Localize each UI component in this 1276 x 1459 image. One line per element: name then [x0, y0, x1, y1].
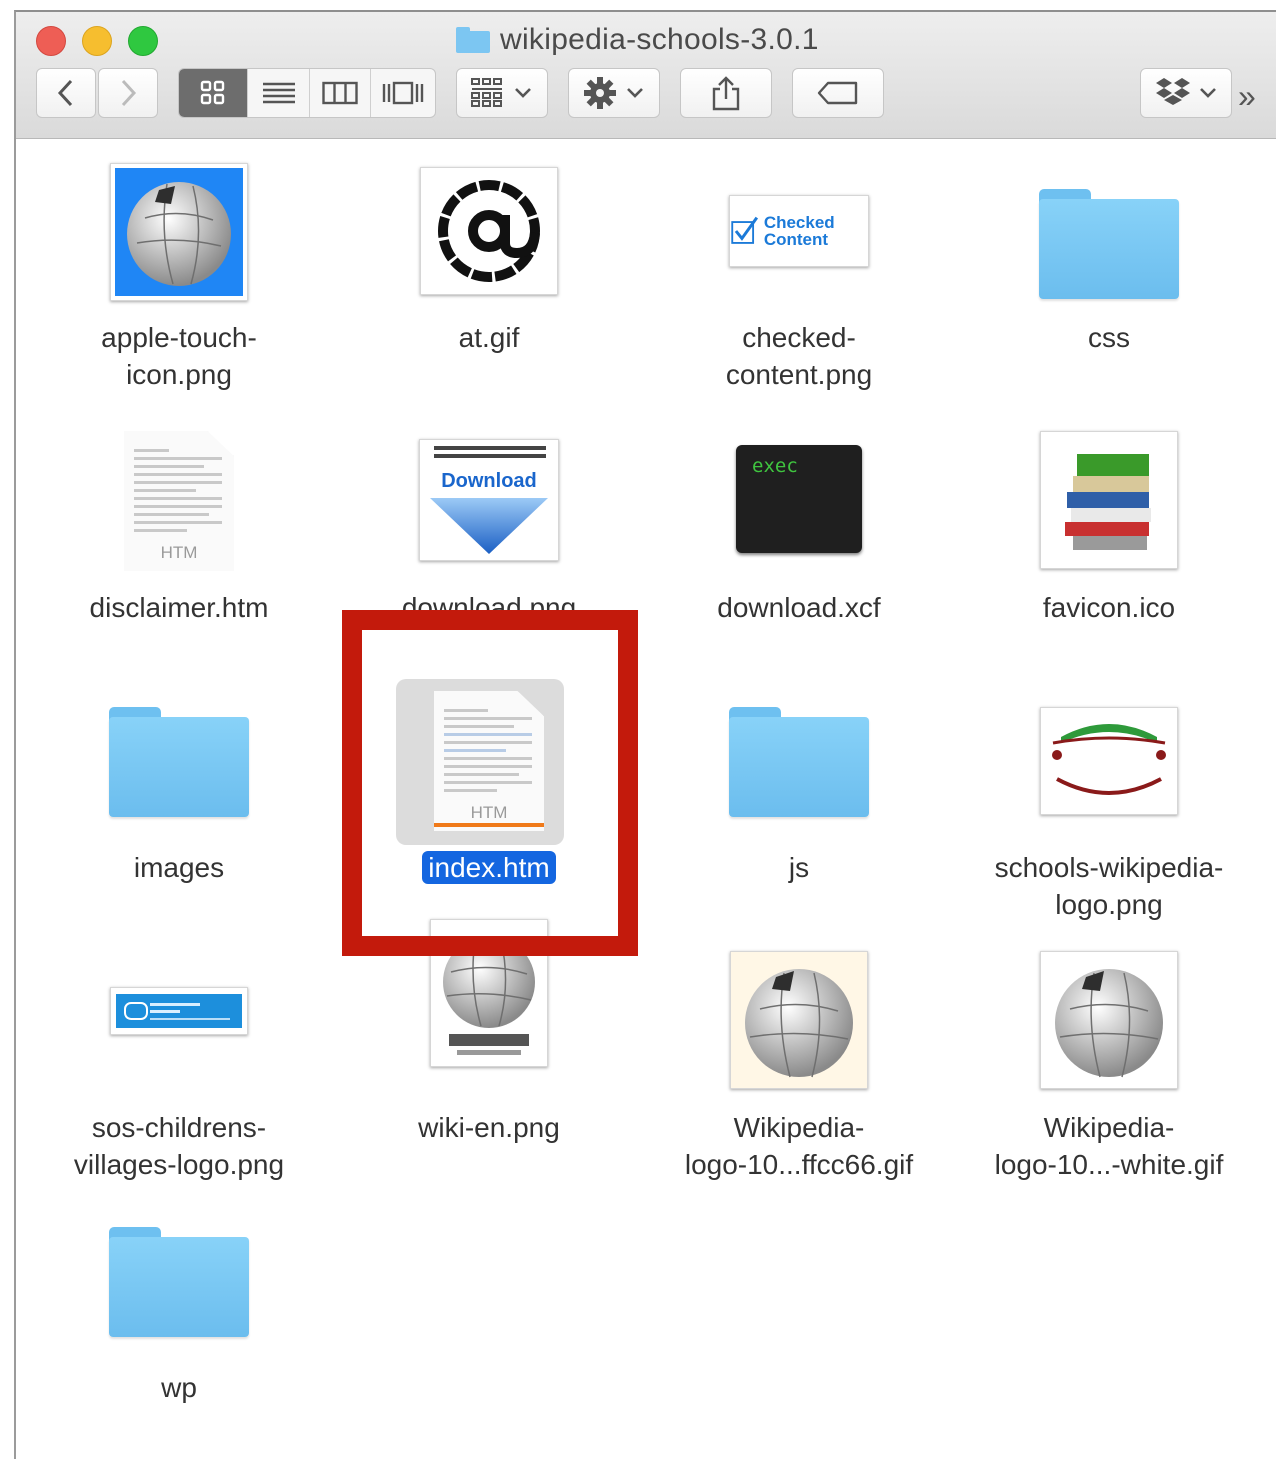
checked-content-icon: Checked Content: [729, 195, 869, 267]
tag-icon: [817, 81, 858, 105]
folder-icon: [1039, 189, 1179, 299]
back-button[interactable]: [36, 68, 96, 118]
chevron-down-icon: [627, 88, 643, 98]
action-button[interactable]: [568, 68, 660, 118]
arrange-icon: [471, 78, 502, 107]
file-label: sos-childrens-villages-logo.png: [73, 1112, 285, 1180]
wikipedia-globe-icon: [1040, 951, 1178, 1089]
chevron-left-icon: [57, 79, 73, 107]
checked-content-text: Checked Content: [763, 213, 835, 249]
file-label: Wikipedia-logo-10...ffcc66.gif: [684, 1112, 914, 1180]
icon-view-icon: [201, 80, 225, 105]
htm-document-icon: HTM: [124, 431, 234, 571]
list-view-button[interactable]: [248, 69, 310, 117]
folder-icon: [109, 707, 249, 817]
window-title: wikipedia-schools-3.0.1: [456, 20, 819, 60]
column-view-icon: [322, 81, 358, 105]
file-label: Wikipedia-logo-10...-white.gif: [994, 1112, 1224, 1180]
file-label: favicon.ico: [1042, 592, 1176, 623]
dropbox-button[interactable]: [1140, 68, 1232, 118]
file-label: download.xcf: [717, 592, 881, 623]
file-label: css: [1088, 322, 1130, 353]
forward-button[interactable]: [98, 68, 158, 118]
file-label: schools-wikipedia-logo.png: [994, 852, 1224, 920]
folder-icon: [456, 27, 490, 53]
download-arrow-icon: Download: [419, 439, 559, 561]
view-mode-control: [178, 68, 436, 118]
toolbar-overflow-button[interactable]: »: [1238, 78, 1256, 115]
close-button[interactable]: [36, 26, 66, 56]
gear-icon: [584, 77, 616, 109]
icon-view-button[interactable]: [179, 69, 249, 117]
chevron-right-icon: [121, 79, 137, 107]
share-button[interactable]: [680, 68, 772, 118]
list-view-icon: [262, 82, 295, 104]
minimize-button[interactable]: [82, 26, 112, 56]
share-icon: [712, 76, 740, 111]
at-sign-icon: [420, 167, 558, 295]
chevron-down-icon: [1200, 88, 1216, 98]
file-label: at.gif: [458, 322, 520, 353]
file-label: wp: [161, 1372, 197, 1403]
tag-button[interactable]: [792, 68, 884, 118]
wikipedia-for-schools-logo-icon: [1040, 707, 1178, 815]
cover-flow-icon: [383, 81, 424, 105]
window-title-text: wikipedia-schools-3.0.1: [500, 23, 819, 56]
file-label: disclaimer.htm: [89, 592, 269, 623]
file-label: images: [133, 852, 225, 883]
file-label: wiki-en.png: [418, 1112, 560, 1143]
finder-window: wikipedia-schools-3.0.1 » apple-touch- i…: [14, 10, 1276, 1459]
sos-logo-icon: [110, 987, 248, 1035]
wikipedia-globe-blue-icon: [110, 163, 248, 301]
file-label: apple-touch-icon.png: [101, 322, 257, 390]
folder-icon: [109, 1227, 249, 1337]
column-view-button[interactable]: [310, 69, 372, 117]
toolbar: wikipedia-schools-3.0.1 »: [16, 12, 1276, 139]
file-label: index.htm: [334, 849, 644, 886]
zoom-button[interactable]: [128, 26, 158, 56]
cover-flow-button[interactable]: [371, 69, 435, 117]
folder-icon: [729, 707, 869, 817]
file-grid: apple-touch-icon.png at.gif Checked Cont…: [16, 139, 1276, 1459]
file-label: js: [788, 852, 810, 883]
wikipedia-globe-icon: [730, 951, 868, 1089]
arrange-button[interactable]: [456, 68, 548, 118]
htm-document-icon: HTM: [434, 691, 544, 831]
file-label: download.png: [401, 592, 577, 623]
file-label: checked-content.png: [725, 322, 873, 390]
wikipedia-globe-icon: [430, 919, 548, 1067]
chevron-down-icon: [515, 88, 531, 98]
exec-terminal-icon: exec: [736, 445, 862, 553]
books-stack-icon: [1040, 431, 1178, 569]
dropbox-icon: [1156, 78, 1190, 105]
